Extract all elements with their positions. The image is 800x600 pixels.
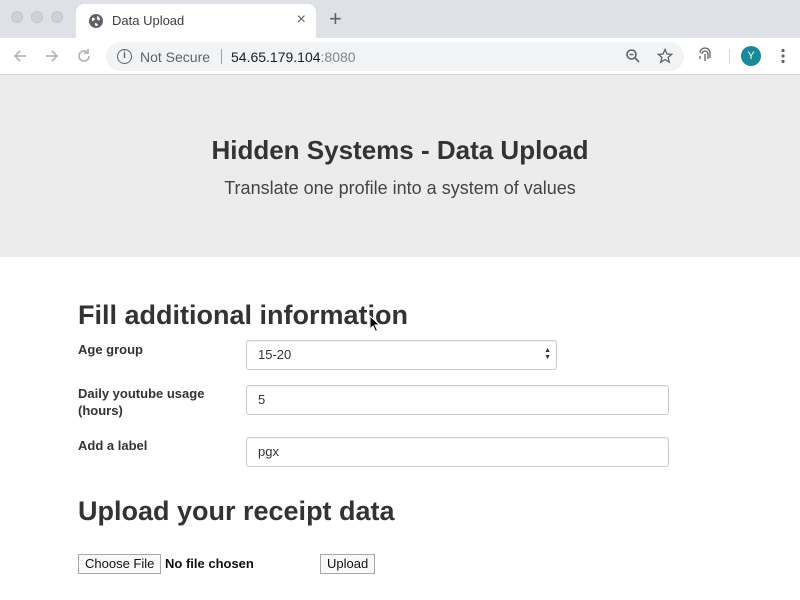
tab-title: Data Upload xyxy=(112,13,185,28)
menu-dots-icon[interactable] xyxy=(780,48,786,68)
tab-data-upload[interactable]: Data Upload × xyxy=(76,4,316,38)
profile-avatar[interactable]: Y xyxy=(741,46,761,66)
close-window-dot[interactable] xyxy=(11,11,23,23)
forward-arrow-icon[interactable] xyxy=(42,46,62,66)
browser-toolbar: i Not Secure 54.65.179.104:8080 Y xyxy=(0,38,800,75)
youtube-usage-label: Daily youtube usage (hours) xyxy=(78,386,205,418)
zoom-icon[interactable] xyxy=(624,48,642,66)
fingerprint-icon[interactable] xyxy=(697,47,713,69)
add-label-input[interactable]: pgx xyxy=(246,437,669,467)
minimize-window-dot[interactable] xyxy=(31,11,43,23)
header-banner: Hidden Systems - Data Upload Translate o… xyxy=(0,75,800,257)
mouse-cursor-icon xyxy=(369,315,381,333)
address-bar[interactable]: i Not Secure 54.65.179.104:8080 xyxy=(106,42,684,71)
age-group-label: Age group xyxy=(78,342,143,357)
file-status: No file chosen xyxy=(165,556,254,571)
add-label-value: pgx xyxy=(258,444,279,459)
info-icon[interactable]: i xyxy=(117,49,132,64)
youtube-usage-value: 5 xyxy=(258,392,266,407)
page-title: Hidden Systems - Data Upload xyxy=(211,135,589,165)
back-arrow-icon[interactable] xyxy=(10,46,30,66)
age-group-value: 15-20 xyxy=(258,347,292,362)
toolbar-divider xyxy=(729,49,730,64)
youtube-usage-input[interactable]: 5 xyxy=(246,385,669,415)
url-text[interactable]: 54.65.179.104:8080 xyxy=(231,49,356,65)
zoom-window-dot[interactable] xyxy=(51,11,63,23)
tab-close-icon[interactable]: × xyxy=(297,11,306,29)
new-tab-icon[interactable]: + xyxy=(329,8,342,30)
additional-info-heading: Fill additional information xyxy=(78,300,408,330)
reload-icon[interactable] xyxy=(74,46,94,66)
star-icon[interactable] xyxy=(656,47,674,66)
security-label[interactable]: Not Secure xyxy=(140,49,210,65)
url-divider xyxy=(221,49,222,64)
upload-heading: Upload your receipt data xyxy=(78,496,395,526)
url-port: :8080 xyxy=(320,49,356,65)
age-group-select[interactable]: 15-20 ▲ ▼ xyxy=(246,340,557,370)
url-host: 54.65.179.104 xyxy=(231,49,321,65)
upload-button[interactable]: Upload xyxy=(320,554,376,574)
page-subtitle: Translate one profile into a system of v… xyxy=(224,178,576,198)
add-label-label: Add a label xyxy=(78,438,148,453)
choose-file-button[interactable]: Choose File xyxy=(78,554,162,574)
globe-icon xyxy=(89,14,103,28)
select-arrows-icon: ▲ ▼ xyxy=(544,347,551,361)
tab-strip: Data Upload × + xyxy=(0,0,800,38)
